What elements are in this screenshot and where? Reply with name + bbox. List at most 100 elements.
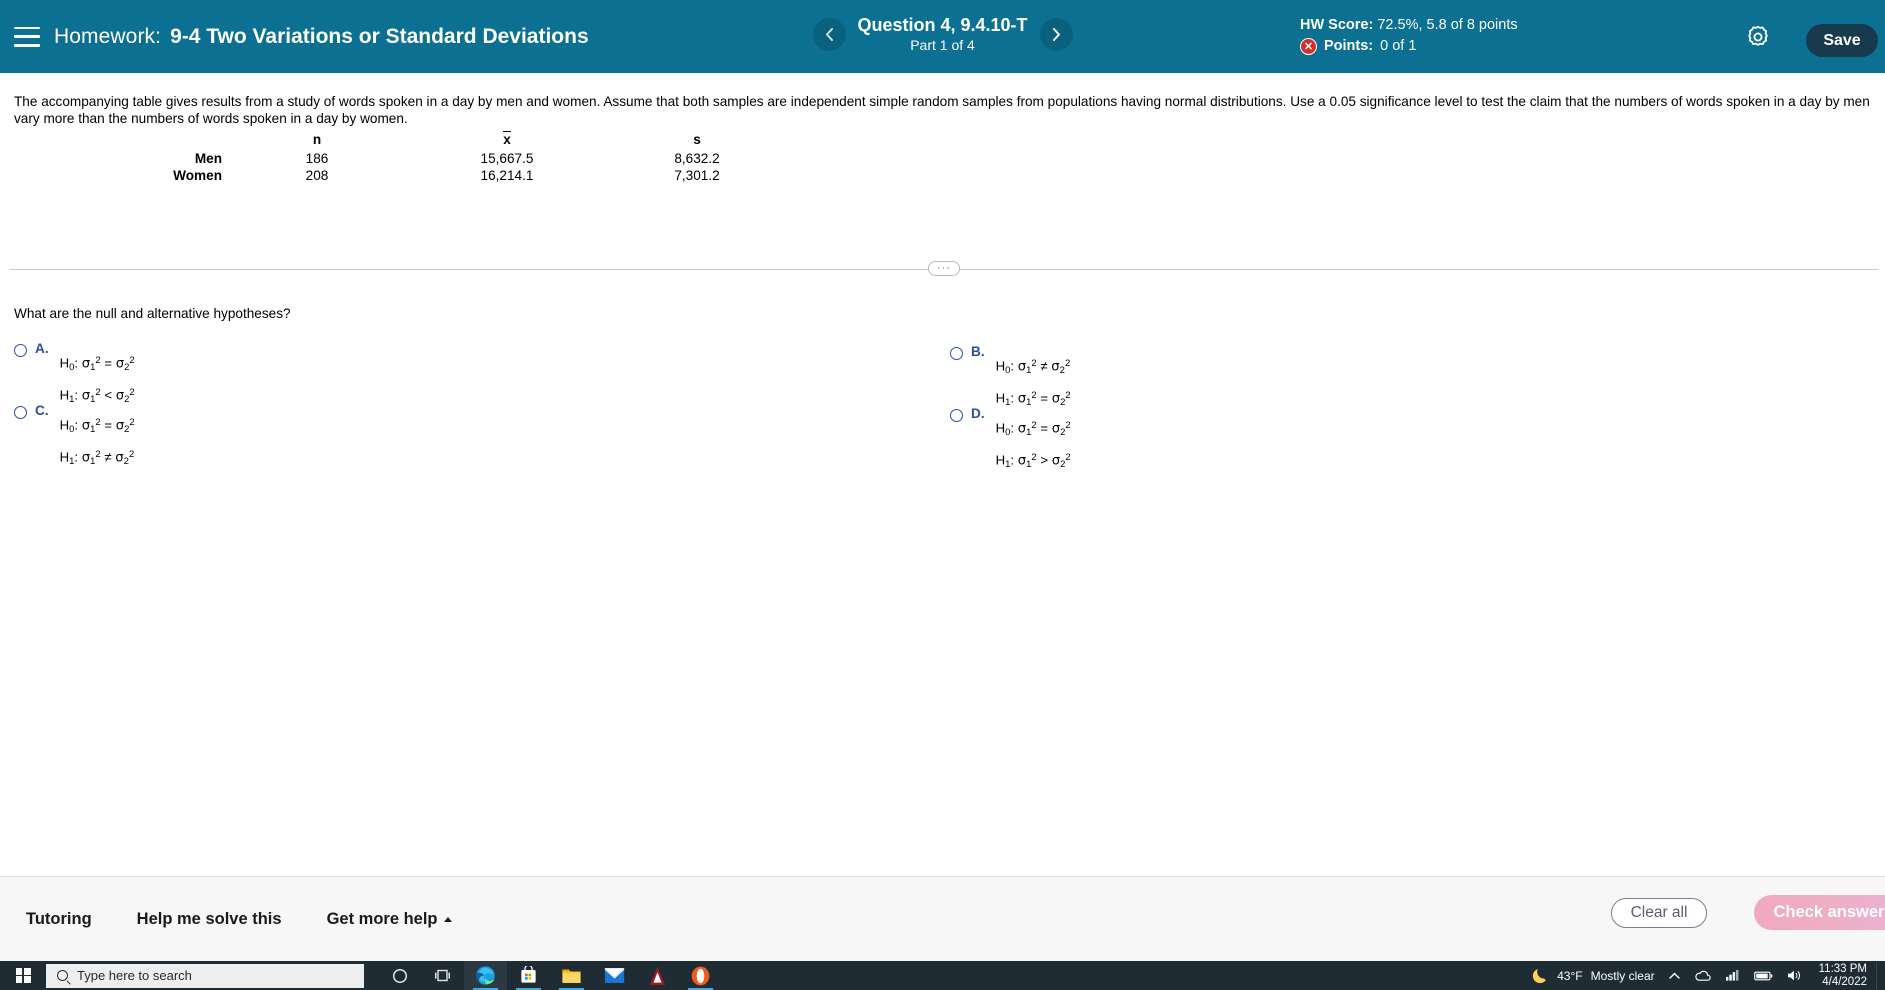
action-center-icon[interactable] bbox=[1876, 961, 1881, 990]
weather-widget[interactable]: 43°F Mostly clear bbox=[1524, 966, 1662, 985]
chevron-left-icon bbox=[824, 28, 833, 41]
mail-button[interactable] bbox=[593, 961, 636, 990]
taskbar-clock[interactable]: 11:33 PM 4/4/2022 bbox=[1810, 963, 1876, 989]
choice-d-alt: H1: σ12 > σ22 bbox=[996, 445, 1071, 477]
question-number: Question 4, 9.4.10-T bbox=[857, 14, 1027, 37]
choice-c-hypotheses: H0: σ12 = σ22 H1: σ12 ≠ σ22 bbox=[60, 410, 135, 474]
hw-score-label: HW Score: bbox=[1300, 17, 1373, 33]
bottom-toolbar: Tutoring Help me solve this Get more hel… bbox=[0, 876, 1885, 961]
cortana-button[interactable] bbox=[378, 961, 421, 990]
battery-tray-button[interactable] bbox=[1747, 970, 1780, 982]
table-header-row: n x s bbox=[150, 131, 792, 150]
question-title-block: Question 4, 9.4.10-T Part 1 of 4 bbox=[857, 14, 1027, 54]
chevron-up-icon bbox=[1669, 972, 1680, 980]
hamburger-menu-icon[interactable] bbox=[14, 27, 40, 47]
choice-a-null: H0: σ12 = σ22 bbox=[60, 348, 135, 380]
check-answer-button[interactable]: Check answer bbox=[1754, 895, 1885, 930]
radio-button-c[interactable] bbox=[14, 406, 27, 419]
points-value: 0 of 1 bbox=[1380, 37, 1416, 56]
adobe-acrobat-icon bbox=[649, 966, 666, 986]
hw-score-row: HW Score: 72.5%, 5.8 of 8 points bbox=[1300, 16, 1518, 35]
error-x-icon: ✕ bbox=[1300, 38, 1317, 55]
network-tray-button[interactable] bbox=[1718, 969, 1747, 982]
score-summary: HW Score: 72.5%, 5.8 of 8 points ✕ Point… bbox=[1300, 16, 1518, 56]
choice-letter-c: C. bbox=[35, 403, 49, 418]
adobe-acrobat-button[interactable] bbox=[636, 961, 679, 990]
cortana-circle-icon bbox=[392, 968, 408, 984]
choice-d-hypotheses: H0: σ12 = σ22 H1: σ12 > σ22 bbox=[996, 413, 1071, 477]
volume-icon bbox=[1787, 969, 1803, 982]
homework-label: Homework: bbox=[54, 25, 161, 49]
answer-choice-c[interactable]: C. H0: σ12 = σ22 H1: σ12 ≠ σ22 bbox=[14, 403, 135, 474]
section-divider: ··· bbox=[10, 258, 1878, 280]
table-row: Women 208 16,214.1 7,301.2 bbox=[150, 167, 792, 184]
answer-choice-a[interactable]: A. H0: σ12 = σ22 H1: σ12 < σ22 bbox=[14, 341, 135, 412]
mail-icon bbox=[604, 967, 625, 984]
opera-browser-icon bbox=[691, 966, 710, 986]
task-view-button[interactable] bbox=[421, 961, 464, 990]
cell-men-s: 8,632.2 bbox=[602, 150, 792, 167]
search-icon bbox=[57, 970, 68, 981]
microsoft-store-button[interactable] bbox=[507, 961, 550, 990]
previous-question-button[interactable] bbox=[812, 18, 845, 51]
save-button[interactable]: Save bbox=[1806, 24, 1878, 57]
cell-women-xbar: 16,214.1 bbox=[412, 167, 602, 184]
weather-condition: Mostly clear bbox=[1591, 969, 1655, 983]
taskbar-search-input[interactable]: Type here to search bbox=[46, 964, 364, 988]
windows-taskbar: Type here to search bbox=[0, 961, 1885, 990]
choice-letter-d: D. bbox=[971, 406, 985, 421]
radio-button-d[interactable] bbox=[950, 409, 963, 422]
settings-button[interactable] bbox=[1745, 24, 1771, 50]
question-navigation: Question 4, 9.4.10-T Part 1 of 4 bbox=[812, 14, 1072, 54]
row-label-women: Women bbox=[150, 167, 222, 184]
sub-question-text: What are the null and alternative hypoth… bbox=[14, 306, 291, 321]
clock-date: 4/4/2022 bbox=[1819, 976, 1867, 989]
table-corner-cell bbox=[150, 131, 222, 150]
choice-d-null: H0: σ12 = σ22 bbox=[996, 413, 1071, 445]
opera-browser-button[interactable] bbox=[679, 961, 722, 990]
answer-choice-d[interactable]: D. H0: σ12 = σ22 H1: σ12 > σ22 bbox=[950, 406, 1071, 477]
choice-c-null: H0: σ12 = σ22 bbox=[60, 410, 135, 442]
cell-men-xbar: 15,667.5 bbox=[412, 150, 602, 167]
file-explorer-icon bbox=[561, 966, 582, 985]
radio-button-b[interactable] bbox=[950, 347, 963, 360]
choice-b-null: H0: σ12 ≠ σ22 bbox=[996, 351, 1071, 383]
file-explorer-button[interactable] bbox=[550, 961, 593, 990]
radio-button-a[interactable] bbox=[14, 344, 27, 357]
battery-icon bbox=[1754, 970, 1773, 982]
show-hidden-icons-button[interactable] bbox=[1662, 972, 1687, 980]
divider-collapse-handle[interactable]: ··· bbox=[928, 261, 960, 276]
table-row: Men 186 15,667.5 8,632.2 bbox=[150, 150, 792, 167]
cell-men-n: 186 bbox=[222, 150, 412, 167]
weather-temperature: 43°F bbox=[1557, 969, 1582, 983]
homework-title: 9-4 Two Variations or Standard Deviation… bbox=[170, 25, 589, 49]
question-body: The accompanying table gives results fro… bbox=[0, 73, 1885, 876]
clear-all-button[interactable]: Clear all bbox=[1611, 898, 1707, 928]
get-more-help-label: Get more help bbox=[327, 910, 438, 928]
start-button[interactable] bbox=[0, 961, 46, 990]
clock-time: 11:33 PM bbox=[1819, 963, 1867, 976]
statistics-table: n x s Men 186 15,667.5 8,632.2 Women 208… bbox=[150, 131, 792, 184]
onedrive-tray-button[interactable] bbox=[1687, 969, 1718, 982]
system-tray: 43°F Mostly clear bbox=[1524, 961, 1885, 990]
microsoft-edge-button[interactable] bbox=[464, 961, 507, 990]
onedrive-icon bbox=[1694, 969, 1711, 982]
task-view-icon bbox=[434, 968, 451, 983]
choice-letter-a: A. bbox=[35, 341, 49, 356]
points-row: ✕ Points: 0 of 1 bbox=[1300, 37, 1518, 56]
microsoft-edge-icon bbox=[475, 965, 496, 986]
tutoring-link[interactable]: Tutoring bbox=[26, 910, 92, 929]
question-prompt: The accompanying table gives results fro… bbox=[14, 93, 1880, 127]
help-me-solve-this-link[interactable]: Help me solve this bbox=[137, 910, 282, 929]
microsoft-store-icon bbox=[519, 966, 538, 985]
points-label: Points: bbox=[1324, 37, 1373, 56]
answer-choice-b[interactable]: B. H0: σ12 ≠ σ22 H1: σ12 = σ22 bbox=[950, 344, 1071, 415]
get-more-help-link[interactable]: Get more help bbox=[327, 910, 452, 929]
windows-start-icon bbox=[16, 968, 31, 983]
next-question-button[interactable] bbox=[1040, 18, 1073, 51]
volume-tray-button[interactable] bbox=[1780, 969, 1810, 982]
column-header-n: n bbox=[222, 131, 412, 150]
gear-icon bbox=[1745, 24, 1771, 50]
row-label-men: Men bbox=[150, 150, 222, 167]
question-part: Part 1 of 4 bbox=[857, 37, 1027, 55]
